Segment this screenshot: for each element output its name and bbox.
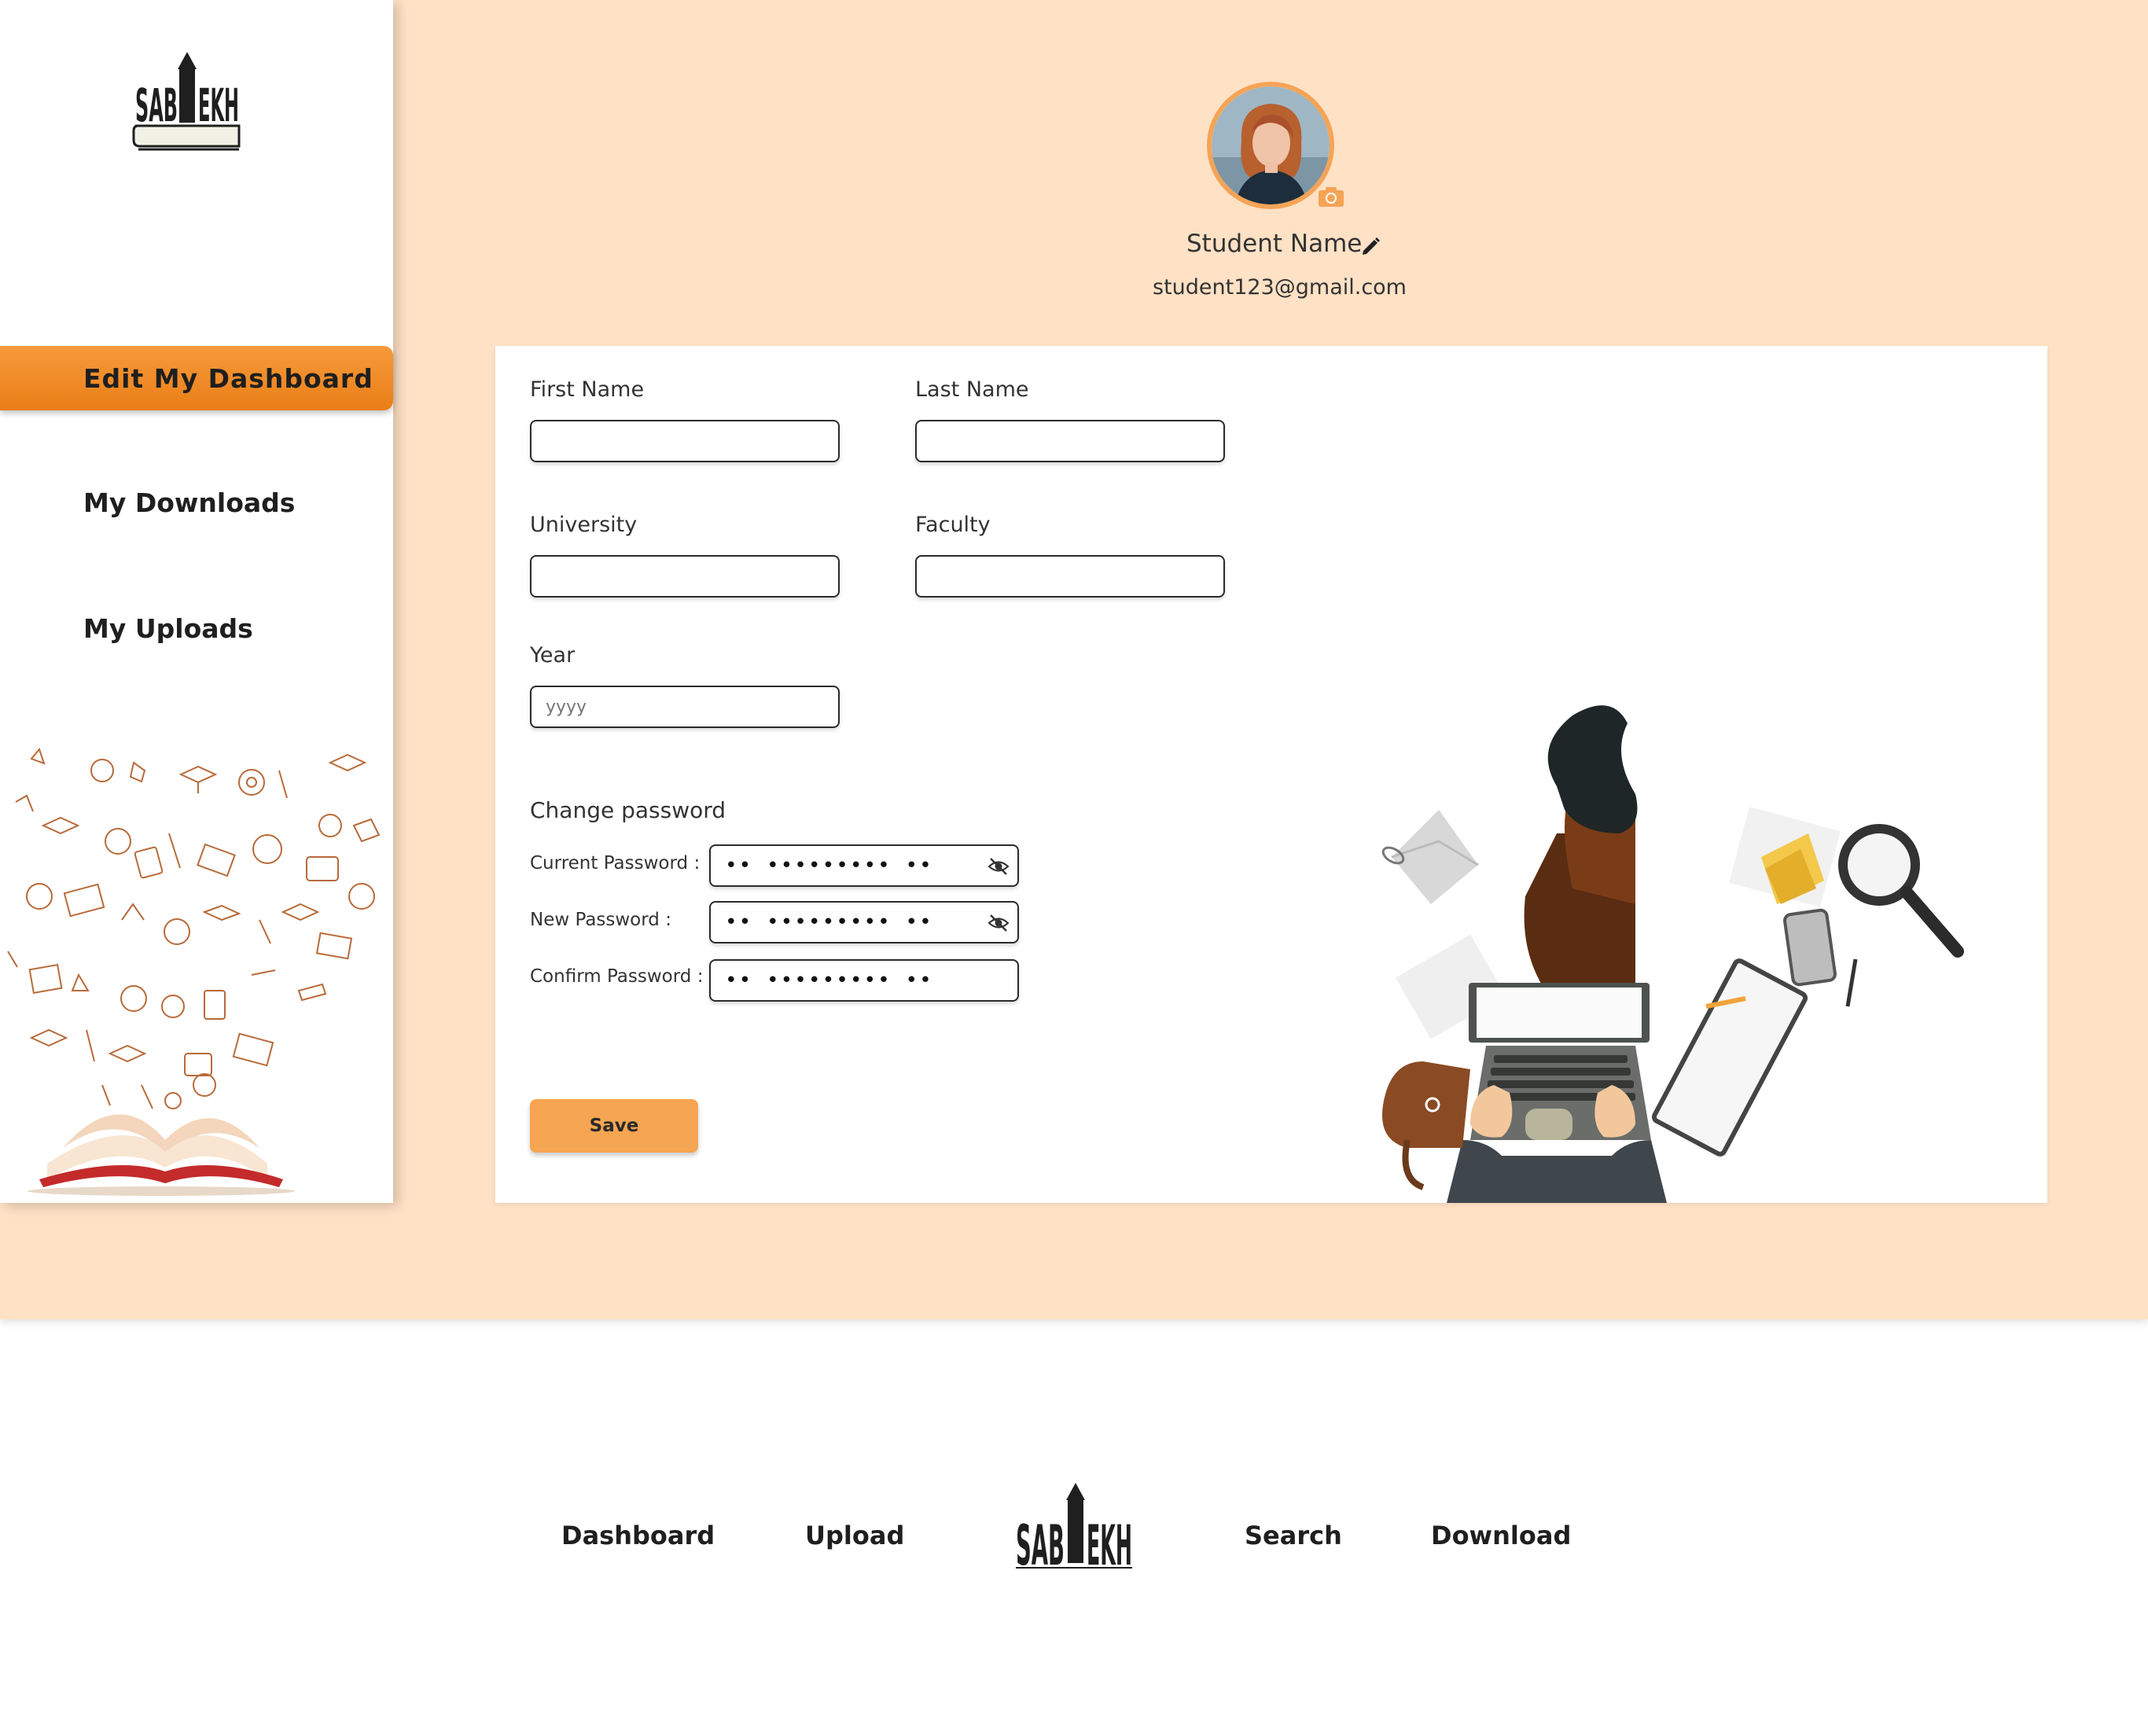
edit-profile-card: First Name Last Name University Faculty … — [495, 346, 2047, 1203]
faculty-field[interactable] — [915, 555, 1225, 598]
new-password-label: New Password : — [530, 910, 671, 930]
university-field[interactable] — [530, 555, 840, 598]
first-name-field[interactable] — [530, 420, 840, 462]
footer-link-search[interactable]: Search — [1245, 1521, 1342, 1558]
sidebar-item-my-downloads[interactable]: My Downloads — [0, 470, 393, 535]
last-name-label: Last Name — [915, 377, 1029, 402]
svg-text:EKH: EKH — [198, 79, 239, 132]
student-laptop-illustration — [1376, 700, 2052, 1203]
svg-text:EKH: EKH — [1087, 1513, 1132, 1572]
confirm-password-field[interactable]: •• ••••••••• •• — [709, 959, 1019, 1002]
current-password-label: Current Password : — [530, 853, 701, 874]
faculty-label: Faculty — [915, 513, 991, 537]
sidebar-item-label: My Uploads — [83, 612, 253, 644]
student-email: student123@gmail.com — [1153, 275, 1407, 300]
confirm-password-label: Confirm Password : — [530, 966, 704, 987]
sidebar-item-label: Edit My Dashboard — [83, 362, 373, 394]
svg-text:SAB: SAB — [1016, 1513, 1065, 1572]
change-password-heading: Change password — [530, 797, 726, 823]
confirm-password-value: •• ••••••••• •• — [725, 969, 933, 992]
sidebar-item-label: My Downloads — [83, 487, 296, 518]
sidebar-item-edit-dashboard[interactable]: Edit My Dashboard — [0, 346, 393, 410]
save-button[interactable]: Save — [530, 1099, 698, 1153]
svg-text:SAB: SAB — [135, 79, 178, 132]
sidebar-item-my-uploads[interactable]: My Uploads — [0, 596, 393, 660]
student-name: Student Name — [1186, 230, 1363, 258]
pencil-icon[interactable] — [1361, 236, 1381, 256]
profile-avatar[interactable] — [1207, 82, 1334, 209]
footer-link-dashboard[interactable]: Dashboard — [561, 1521, 715, 1558]
current-password-field[interactable]: •• ••••••••• •• — [709, 844, 1019, 887]
university-label: University — [530, 513, 638, 537]
education-doodles-illustration — [0, 739, 393, 1203]
last-name-field[interactable] — [915, 420, 1225, 462]
footer-link-download[interactable]: Download — [1431, 1521, 1571, 1558]
year-field[interactable] — [530, 686, 840, 728]
year-label: Year — [530, 643, 576, 668]
camera-icon[interactable] — [1318, 186, 1344, 208]
eye-slash-icon[interactable] — [988, 855, 1010, 877]
footer-brand-logo[interactable]: SAB EKH — [1014, 1481, 1134, 1578]
footer-link-upload[interactable]: Upload — [805, 1521, 904, 1558]
new-password-field[interactable]: •• ••••••••• •• — [709, 901, 1019, 943]
eye-slash-icon[interactable] — [988, 912, 1010, 934]
first-name-label: First Name — [530, 377, 645, 402]
brand-logo[interactable]: SAB EKH — [132, 49, 242, 156]
new-password-value: •• ••••••••• •• — [725, 910, 933, 934]
current-password-value: •• ••••••••• •• — [725, 854, 933, 877]
sidebar: SAB EKH Edit My Dashboard My Downloads M… — [0, 0, 393, 1203]
